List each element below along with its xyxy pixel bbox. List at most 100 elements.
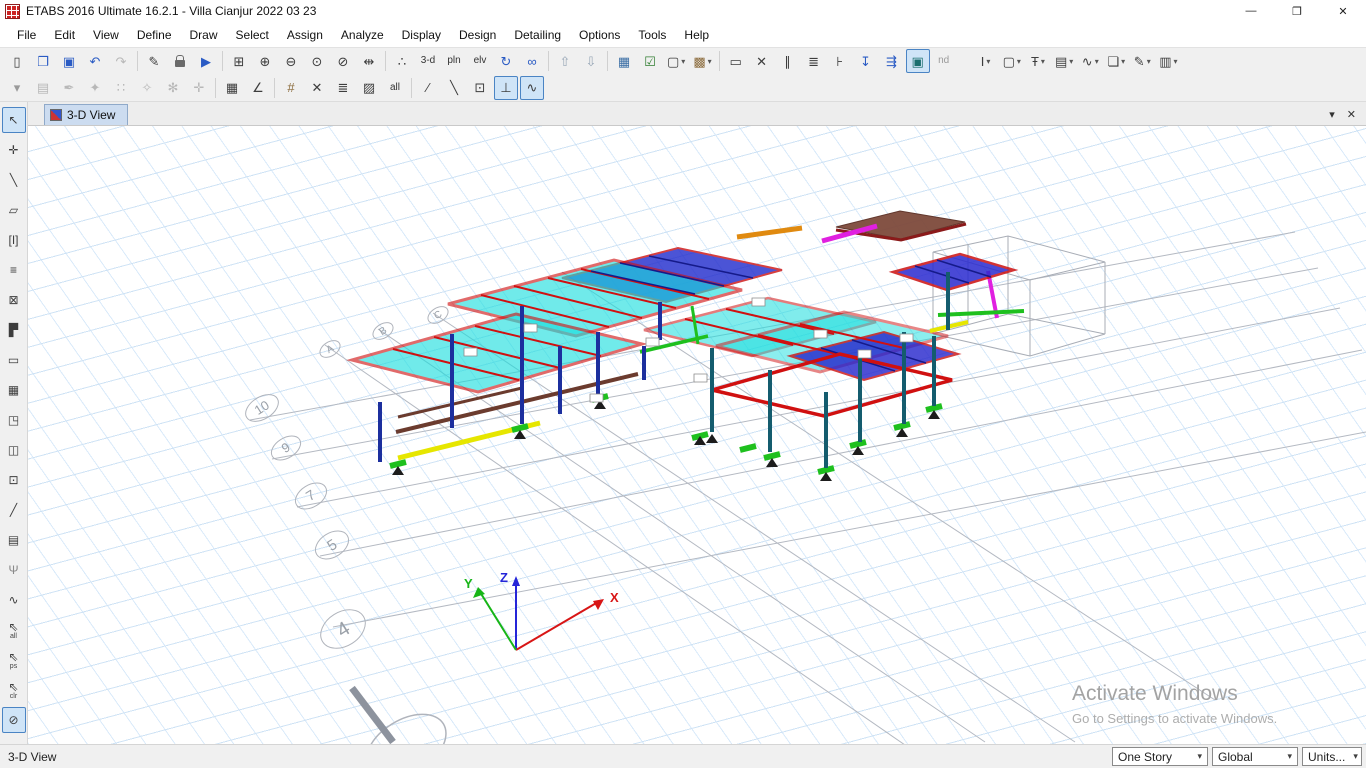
draw-reference-line-tool-icon[interactable]: ╱ bbox=[2, 497, 26, 523]
move-down-list-icon[interactable]: ⇩ bbox=[579, 49, 603, 73]
spring-dropdown-icon[interactable]: ∿ bbox=[1078, 49, 1102, 73]
draw-dimension-tool-icon[interactable]: ⊡ bbox=[2, 467, 26, 493]
menu-item-tools[interactable]: Tools bbox=[629, 25, 675, 45]
draw-area-tool-icon[interactable]: ▱ bbox=[2, 197, 26, 223]
stamp-grid-icon[interactable]: ▤ bbox=[31, 76, 55, 100]
view-3d-button[interactable]: 3-d bbox=[416, 49, 440, 73]
object-shrink-dropdown-icon[interactable]: ▢ bbox=[664, 49, 688, 73]
layers-dropdown-icon[interactable]: ▥ bbox=[1156, 49, 1180, 73]
snap-endpoint-icon[interactable]: ∕ bbox=[416, 76, 440, 100]
maximize-button[interactable]: ❐ bbox=[1274, 0, 1320, 22]
new-model-icon[interactable]: ▯ bbox=[5, 49, 29, 73]
menu-item-display[interactable]: Display bbox=[393, 25, 450, 45]
quick-draw-area-tool-icon[interactable]: ▭ bbox=[2, 347, 26, 373]
named-selection-icon[interactable]: # bbox=[279, 76, 303, 100]
menu-item-assign[interactable]: Assign bbox=[278, 25, 332, 45]
area-section-dropdown-icon[interactable]: ▢ bbox=[1000, 49, 1024, 73]
plan-view-button[interactable]: pln bbox=[442, 49, 466, 73]
draw-curve-tool-icon[interactable]: ∿ bbox=[2, 587, 26, 613]
draw-floor-tool-icon[interactable]: ▛ bbox=[2, 317, 26, 343]
joint-assign-icon[interactable]: ⊦ bbox=[828, 49, 852, 73]
previous-selection-button[interactable]: ⇖ ps bbox=[2, 647, 26, 673]
show-all-button[interactable]: all bbox=[383, 76, 407, 100]
lock-model-icon[interactable] bbox=[168, 49, 192, 73]
snap-toggle-icon[interactable]: ▣ bbox=[906, 49, 930, 73]
run-analysis-icon[interactable]: ▶ bbox=[194, 49, 218, 73]
select-line-icon[interactable]: ✕ bbox=[750, 49, 774, 73]
draw-wall-tool-icon[interactable]: ◳ bbox=[2, 407, 26, 433]
grid-options-icon[interactable]: ▦ bbox=[220, 76, 244, 100]
zoom-in-icon[interactable]: ⊕ bbox=[253, 49, 277, 73]
edit-pen-icon[interactable]: ✎ bbox=[142, 49, 166, 73]
protractor-icon[interactable]: ∠ bbox=[246, 76, 270, 100]
select-window-icon[interactable]: ▭ bbox=[724, 49, 748, 73]
move-up-list-icon[interactable]: ⇧ bbox=[553, 49, 577, 73]
model-viewport-canvas[interactable]: 10 9 7 5 4 A B C bbox=[28, 126, 1366, 744]
display-options-icon[interactable]: ☑ bbox=[638, 49, 662, 73]
draw-frame-hatch-icon[interactable]: ∥ bbox=[776, 49, 800, 73]
draw-link-tool-icon[interactable]: ◫ bbox=[2, 437, 26, 463]
menu-item-analyze[interactable]: Analyze bbox=[332, 25, 393, 45]
save-model-icon[interactable]: ▣ bbox=[57, 49, 81, 73]
previous-zoom-icon[interactable]: ⊘ bbox=[331, 49, 355, 73]
menu-item-define[interactable]: Define bbox=[128, 25, 181, 45]
tab-list-dropdown-icon[interactable]: ▾ bbox=[1329, 108, 1335, 121]
list-selection-icon[interactable]: ≣ bbox=[331, 76, 355, 100]
elevation-view-button[interactable]: elv bbox=[468, 49, 492, 73]
rotate-3d-view-icon[interactable]: ↻ bbox=[494, 49, 518, 73]
quick-draw-braces-tool-icon[interactable]: ⊠ bbox=[2, 287, 26, 313]
quick-draw-frame-tool-icon[interactable]: ≡ bbox=[2, 257, 26, 283]
orbit-3d-icon[interactable]: ∴ bbox=[390, 49, 414, 73]
snap-midpoint-icon[interactable]: ╲ bbox=[442, 76, 466, 100]
minimize-button[interactable]: — bbox=[1228, 0, 1274, 22]
extruded-view-dropdown-icon[interactable]: ▩ bbox=[690, 49, 714, 73]
pin-icon[interactable]: ✒ bbox=[57, 76, 81, 100]
menu-item-detailing[interactable]: Detailing bbox=[505, 25, 570, 45]
frame-type-dropdown-icon[interactable]: ❏ bbox=[1104, 49, 1128, 73]
snap-perpendicular-icon[interactable]: ⊥ bbox=[494, 76, 518, 100]
view-limits-icon[interactable]: ▦ bbox=[612, 49, 636, 73]
coordinate-system-selector[interactable]: Global bbox=[1212, 747, 1298, 766]
select-pointer-tool-icon[interactable]: ↖ bbox=[2, 107, 26, 133]
object-view-options-icon[interactable]: ∞ bbox=[520, 49, 544, 73]
point-load-icon[interactable]: ↧ bbox=[854, 49, 878, 73]
menu-item-file[interactable]: File bbox=[8, 25, 45, 45]
draw-grid-tool-icon[interactable]: ▤ bbox=[2, 527, 26, 553]
toolbar-overflow-icon[interactable]: ▾ bbox=[5, 76, 29, 100]
draw-line-tool-icon[interactable]: ╲ bbox=[2, 167, 26, 193]
tab-3d-view[interactable]: 3-D View bbox=[44, 104, 128, 125]
scatter-icon[interactable]: ✧ bbox=[135, 76, 159, 100]
pan-icon[interactable]: ⇹ bbox=[357, 49, 381, 73]
snap-intersection-icon[interactable]: ⊡ bbox=[468, 76, 492, 100]
pen-style-dropdown-icon[interactable]: ✎ bbox=[1130, 49, 1154, 73]
eraser-icon[interactable]: ✛ bbox=[187, 76, 211, 100]
tendon-section-dropdown-icon[interactable]: Ŧ bbox=[1026, 49, 1050, 73]
undo-icon[interactable]: ↶ bbox=[83, 49, 107, 73]
menu-item-edit[interactable]: Edit bbox=[45, 25, 84, 45]
draw-wall-hatch-icon[interactable]: ≣ bbox=[802, 49, 826, 73]
deselect-tool-icon[interactable]: ⊘ bbox=[2, 707, 26, 733]
menu-item-options[interactable]: Options bbox=[570, 25, 629, 45]
menu-item-draw[interactable]: Draw bbox=[181, 25, 227, 45]
units-selector[interactable]: Units... bbox=[1302, 747, 1362, 766]
model-viewport[interactable]: 10 9 7 5 4 A B C bbox=[28, 126, 1366, 744]
close-button[interactable]: ✕ bbox=[1320, 0, 1366, 22]
brush-icon[interactable]: ✻ bbox=[161, 76, 185, 100]
frame-load-icon[interactable]: ⇶ bbox=[880, 49, 904, 73]
menu-item-design[interactable]: Design bbox=[450, 25, 505, 45]
restore-full-view-icon[interactable]: ⊙ bbox=[305, 49, 329, 73]
structure-model[interactable] bbox=[352, 211, 1024, 481]
zoom-out-icon[interactable]: ⊖ bbox=[279, 49, 303, 73]
spray-icon[interactable]: ∷ bbox=[109, 76, 133, 100]
erase-selection-icon[interactable]: ✕ bbox=[305, 76, 329, 100]
reshape-tool-icon[interactable]: ✛ bbox=[2, 137, 26, 163]
snap-lines-icon[interactable]: ∿ bbox=[520, 76, 544, 100]
select-all-button[interactable]: ⇖ all bbox=[2, 617, 26, 643]
redo-icon[interactable]: ↷ bbox=[109, 49, 133, 73]
draw-braces-tool-icon[interactable]: [I] bbox=[2, 227, 26, 253]
check-area-icon[interactable]: ▨ bbox=[357, 76, 381, 100]
ink-drop-icon[interactable]: ✦ bbox=[83, 76, 107, 100]
menu-item-view[interactable]: View bbox=[84, 25, 128, 45]
quick-draw-wall-tool-icon[interactable]: ▦ bbox=[2, 377, 26, 403]
menu-item-help[interactable]: Help bbox=[675, 25, 718, 45]
